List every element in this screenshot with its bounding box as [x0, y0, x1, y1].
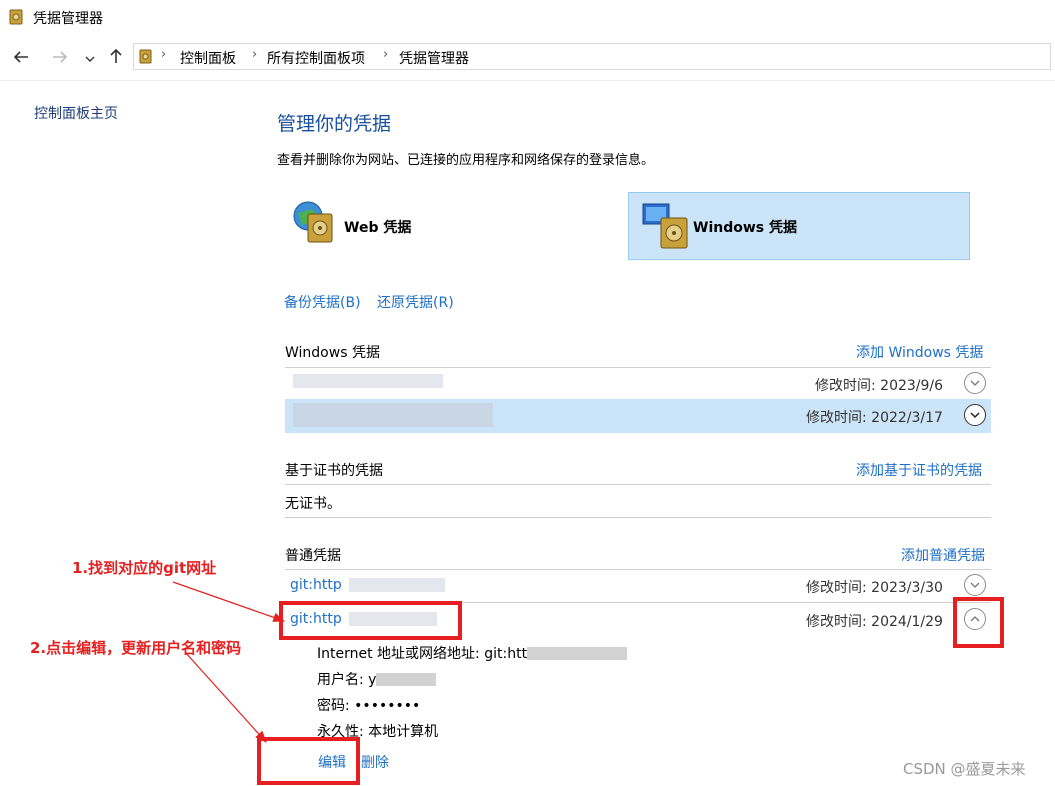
- address-label: Internet 地址或网络地址:: [317, 646, 480, 662]
- breadcrumb-separator-icon: ›: [383, 47, 389, 62]
- annotation-step1: 1.找到对应的git网址: [72, 559, 217, 577]
- highlight-box-edit: [257, 737, 360, 785]
- control-panel-home-link[interactable]: 控制面板主页: [34, 103, 118, 123]
- windows-credentials-header: Windows 凭据: [285, 345, 380, 361]
- highlight-box-chevron: [953, 597, 1004, 648]
- web-credentials-icon: [293, 201, 333, 243]
- add-generic-credential-link[interactable]: 添加普通凭据: [901, 545, 985, 565]
- windows-credential-row[interactable]: 修改时间: 2023/9/6: [285, 369, 991, 399]
- username-label: 用户名:: [317, 672, 364, 688]
- backup-credentials-link[interactable]: 备份凭据(B): [284, 292, 361, 312]
- redacted-value: [527, 647, 628, 660]
- address-bar[interactable]: › 控制面板 › 所有控制面板项 › 凭据管理器: [133, 43, 1051, 70]
- redacted-name: [293, 403, 493, 427]
- forward-arrow-icon[interactable]: [51, 48, 69, 71]
- annotation-arrow-1: [172, 581, 286, 622]
- page-description: 查看并删除你为网站、已连接的应用程序和网络保存的登录信息。: [277, 153, 655, 168]
- annotation-step2: 2.点击编辑，更新用户名和密码: [30, 639, 242, 657]
- windows-credential-row-selected[interactable]: 修改时间: 2022/3/17: [285, 399, 991, 433]
- redacted-name: [293, 374, 443, 388]
- credential-manager-icon: [139, 49, 152, 64]
- breadcrumb-control-panel[interactable]: 控制面板: [180, 48, 236, 68]
- username-value: y: [368, 672, 377, 688]
- divider: [285, 484, 991, 485]
- password-detail: 密码: ••••••••: [317, 695, 420, 715]
- persistence-value: 本地计算机: [368, 724, 439, 740]
- modified-time: 修改时间: 2022/3/17: [806, 410, 943, 426]
- restore-credentials-link[interactable]: 还原凭据(R): [377, 292, 454, 312]
- generic-credentials-header: 普通凭据: [285, 548, 341, 564]
- web-credentials-label: Web 凭据: [344, 220, 412, 236]
- expand-chevron-icon[interactable]: [964, 404, 986, 426]
- certificate-credentials-header: 基于证书的凭据: [285, 463, 383, 479]
- address-value: git:htt: [484, 646, 528, 662]
- password-value: ••••••••: [354, 698, 421, 714]
- breadcrumb-all-items[interactable]: 所有控制面板项: [267, 48, 365, 68]
- highlight-box-credential: [279, 601, 462, 640]
- password-label: 密码:: [317, 698, 350, 714]
- windows-credentials-tile[interactable]: Windows 凭据: [628, 192, 970, 260]
- windows-credentials-icon: [642, 203, 688, 249]
- redacted-name: [349, 578, 445, 592]
- watermark: CSDN @盛夏未来: [903, 760, 1026, 778]
- generic-credential-row[interactable]: git:http 修改时间: 2023/3/30: [285, 571, 991, 601]
- up-arrow-icon[interactable]: [107, 47, 125, 70]
- divider: [0, 80, 1055, 81]
- breadcrumb-credential-manager[interactable]: 凭据管理器: [399, 48, 469, 68]
- expand-chevron-icon[interactable]: [964, 372, 986, 394]
- add-windows-credential-link[interactable]: 添加 Windows 凭据: [856, 342, 983, 362]
- modified-time: 修改时间: 2024/1/29: [806, 614, 943, 630]
- divider: [285, 569, 991, 570]
- breadcrumb-separator-icon: ›: [252, 47, 258, 62]
- window-title: 凭据管理器: [33, 11, 103, 27]
- add-certificate-credential-link[interactable]: 添加基于证书的凭据: [856, 460, 982, 480]
- page-title: 管理你的凭据: [277, 113, 392, 135]
- modified-time: 修改时间: 2023/9/6: [815, 378, 944, 394]
- delete-credential-link[interactable]: 删除: [361, 752, 389, 772]
- modified-time: 修改时间: 2023/3/30: [806, 580, 943, 596]
- address-detail: Internet 地址或网络地址: git:htt: [317, 643, 628, 663]
- expand-chevron-icon[interactable]: [964, 574, 986, 596]
- username-detail: 用户名: y: [317, 669, 437, 689]
- annotation-arrow-2: [184, 651, 267, 743]
- credential-manager-icon: [9, 9, 23, 25]
- title-bar: 凭据管理器: [0, 0, 1055, 36]
- divider: [285, 367, 991, 368]
- back-arrow-icon[interactable]: [12, 48, 30, 71]
- credential-name[interactable]: git:http: [290, 577, 342, 593]
- divider: [285, 517, 991, 518]
- recent-locations-chevron-icon[interactable]: [84, 50, 96, 70]
- no-certificates-text: 无证书。: [285, 496, 341, 512]
- windows-credentials-label: Windows 凭据: [693, 220, 797, 236]
- web-credentials-tile[interactable]: Web 凭据: [290, 198, 440, 250]
- breadcrumb-separator-icon: ›: [161, 47, 167, 62]
- redacted-value: [376, 673, 437, 686]
